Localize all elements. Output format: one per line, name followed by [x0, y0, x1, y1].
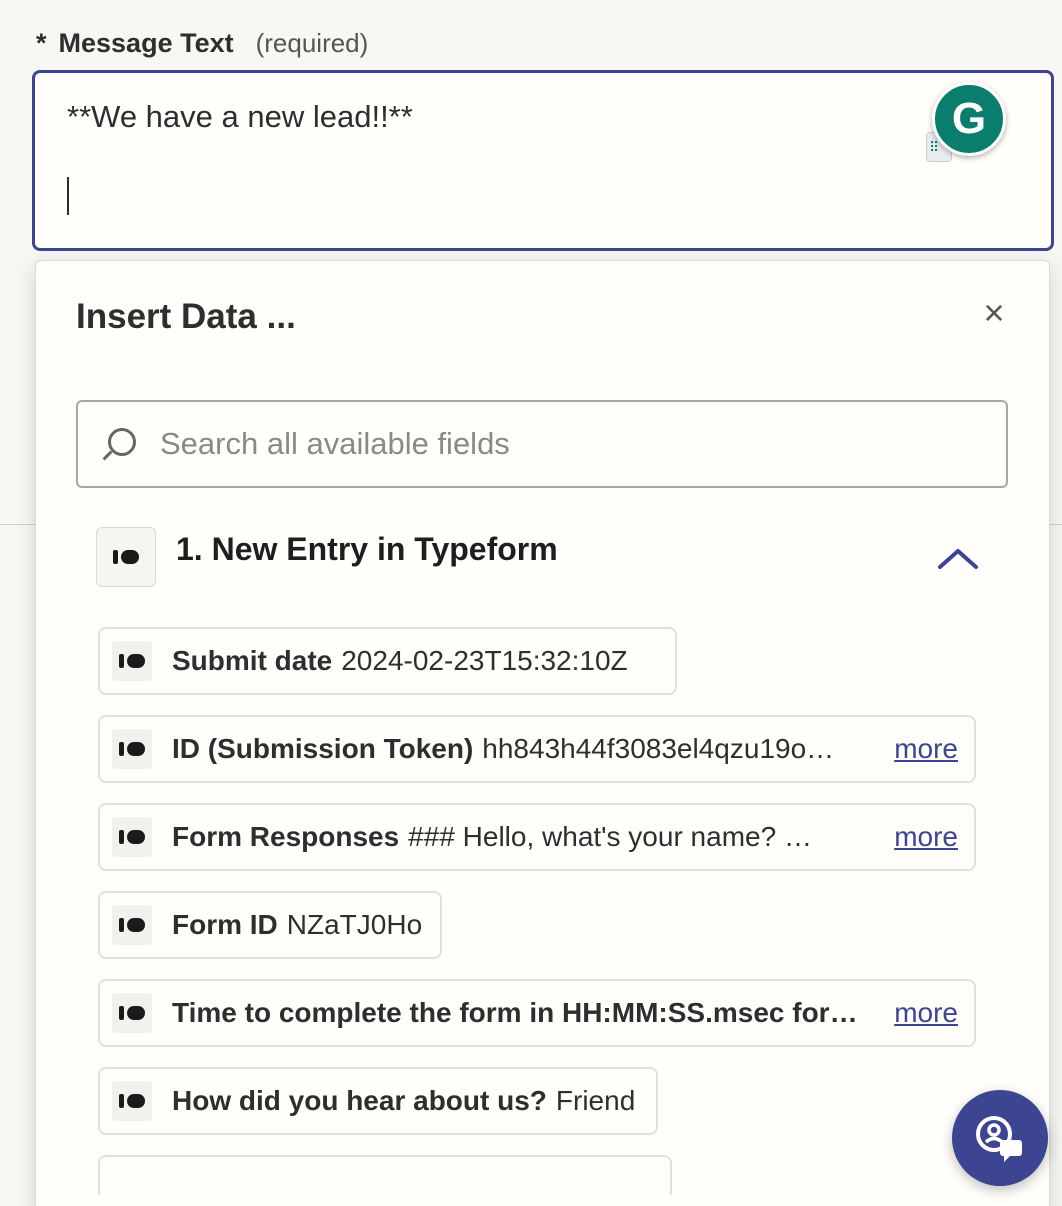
search-field[interactable]	[76, 400, 1008, 488]
required-note: (required)	[255, 28, 369, 58]
field-label: * Message Text (required)	[36, 26, 368, 60]
required-asterisk: *	[36, 28, 47, 58]
popup-title: Insert Data ...	[76, 297, 296, 336]
typeform-icon	[112, 817, 152, 857]
data-item-submit-date[interactable]: Submit date 2024-02-23T15:32:10Z	[98, 627, 677, 695]
typeform-icon	[112, 905, 152, 945]
item-label: Form Responses	[172, 821, 400, 852]
more-link[interactable]: more	[894, 997, 958, 1029]
data-item-time-to-complete[interactable]: Time to complete the form in HH:MM:SS.ms…	[98, 979, 976, 1047]
item-label: ID (Submission Token)	[172, 733, 474, 764]
insert-data-popup: Insert Data ... × 1. New Entry in Typefo…	[35, 260, 1050, 1206]
typeform-app-icon	[96, 527, 156, 587]
item-value: NZaTJ0Ho	[286, 909, 423, 940]
data-item-how-did-you-hear[interactable]: How did you hear about us? Friend	[98, 1067, 658, 1135]
data-item-submission-token[interactable]: ID (Submission Token) hh843h44f3083el4qz…	[98, 715, 976, 783]
message-text-input[interactable]: **We have a new lead!!**	[32, 70, 1054, 251]
close-icon[interactable]: ×	[976, 295, 1012, 331]
item-value: Friend	[555, 1085, 636, 1116]
more-link[interactable]: more	[894, 733, 958, 765]
text-caret	[67, 177, 69, 215]
item-value: 2024-02-23T15:32:10Z	[341, 645, 628, 676]
page: * Message Text (required) **We have a ne…	[0, 0, 1062, 1206]
item-label: Time to complete the form in HH:MM:SS.ms…	[172, 997, 858, 1028]
item-value: ### Hello, what's your name? Wil…	[408, 821, 829, 852]
item-label: How did you hear about us?	[172, 1085, 547, 1116]
typeform-icon	[113, 550, 139, 564]
message-text-line[interactable]: **We have a new lead!!**	[67, 97, 413, 137]
typeform-icon	[112, 729, 152, 769]
item-label: Form ID	[172, 909, 278, 940]
data-item-form-responses[interactable]: Form Responses ### Hello, what's your na…	[98, 803, 976, 871]
more-link[interactable]: more	[894, 821, 958, 853]
background-divider	[0, 524, 40, 525]
typeform-icon	[112, 641, 152, 681]
typeform-icon	[112, 993, 152, 1033]
chevron-up-icon[interactable]	[936, 543, 980, 573]
field-label-text: Message Text	[58, 28, 234, 58]
typeform-icon	[112, 1081, 152, 1121]
chat-help-icon[interactable]	[952, 1090, 1048, 1186]
data-item-partial[interactable]	[98, 1155, 672, 1195]
step-title[interactable]: 1. New Entry in Typeform	[176, 531, 558, 568]
grammarly-letter: G	[951, 94, 987, 143]
search-icon	[100, 424, 140, 464]
item-value: hh843h44f3083el4qzu19o…	[482, 733, 835, 764]
item-label: Submit date	[172, 645, 333, 676]
grammarly-icon[interactable]: G	[932, 82, 1006, 156]
search-input[interactable]	[160, 426, 940, 462]
background-divider-right	[1048, 524, 1062, 525]
data-item-form-id[interactable]: Form ID NZaTJ0Ho	[98, 891, 442, 959]
